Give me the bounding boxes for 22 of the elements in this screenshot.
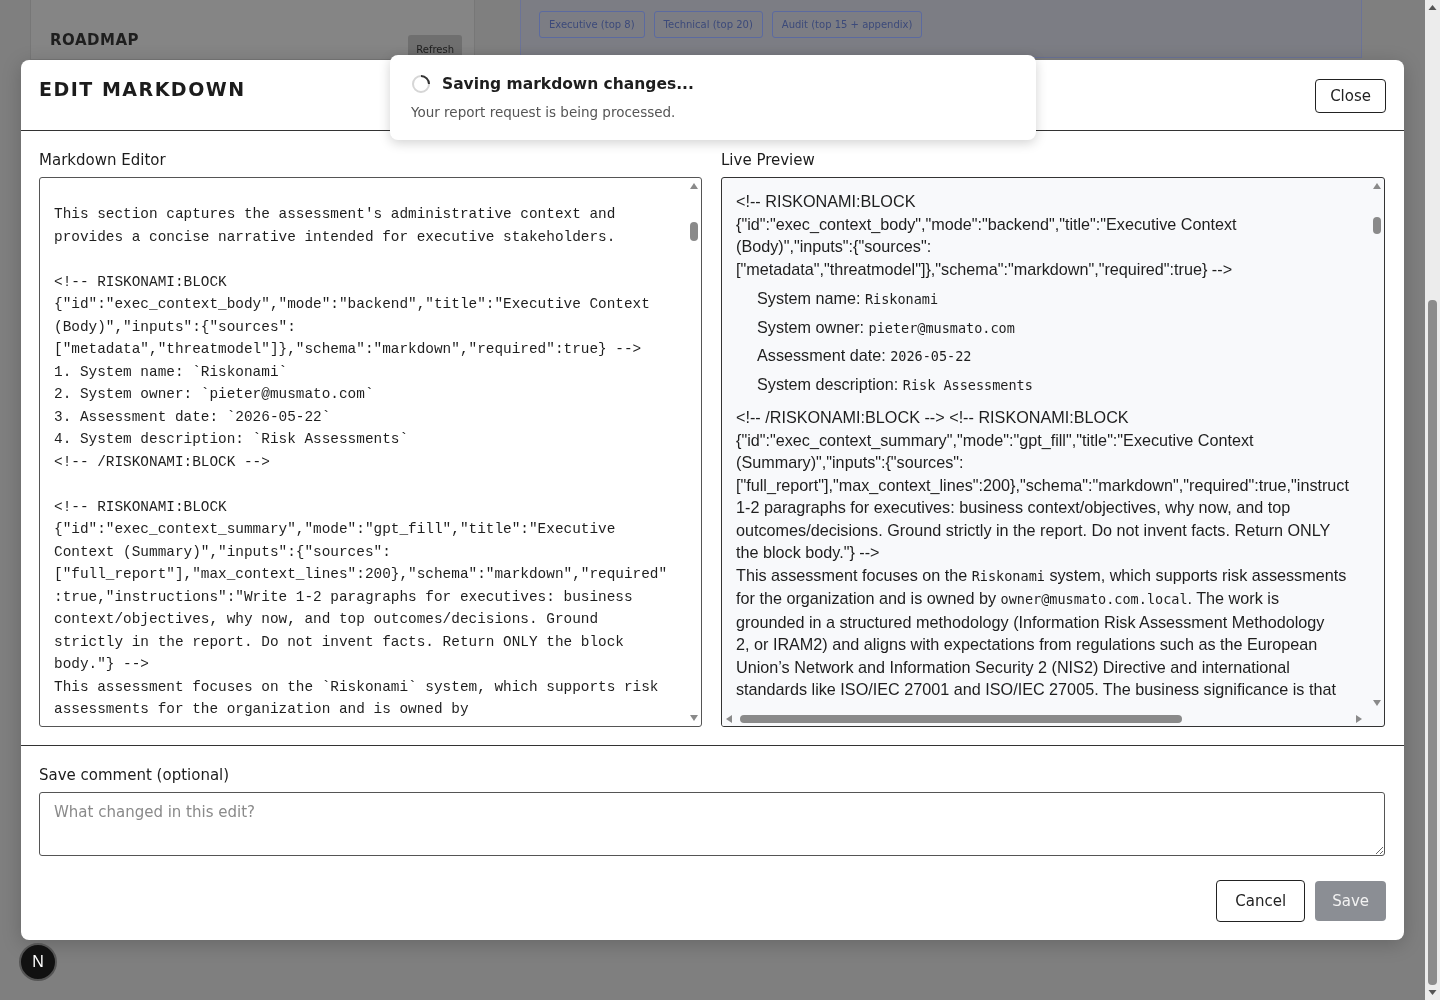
preview-text: <!-- /RISKONAMI:BLOCK --> <!-- RISKONAMI:BLOCK {"id":"exec_context_summary","mode":"gpt_fill","title":"Executive Context (Summary)","inputs":{"sources": ["full_report"],"max_context_lines":200},"schema":"markdown","required":true,"instruct 1-2 paragraphs for executives: business context/objectives, why now, and top outcomes/decisions. Ground strictly in the report. Do not invent facts. Return ONLY the block body."} --> This assessment focuses on the Riskonami system, which supports risk assessments for the organization and is owned by owner@musmato.com.local. The work is grounded in a structured methodology (Information Risk Assessment Methodology 2, or IRAM2) and aligns with expectations from regulations such as the European Union’s Network and Information Security 2 (NIS2) Directive and international standards like ISO/IEC 27001 and ISO/IEC 27005. The business significance is that [736, 407, 1350, 700]
markdown-editor[interactable]: This section captures the assessment's administrative context and provides a concise narrative intended for executive stakeholders. <!-- RISKONAMI:BLOCK {"id":"exec_context_body","mode":"backend","title":"Executive Context (Body)","inputs":{"sources":["metadata","threatmodel"]},"schema":"markdown","required":true} --> 1. System name: `Riskonami` 2. System owner: `pieter@musmato.com` 3. Assessment date: `2026-05-22` 4. System description: `Risk Assessments` <!-- /RISKONAMI:BLOCK --> <!-- RISKONAMI:BLOCK {"id":"exec_context_summary","mode":"gpt_fill","title":"Executive Context (Summary)","inputs":{"sources":["full_report"],"max_context_lines":200},"schema":"markdown","required" :true,"instructions":"Write 1-2 paragraphs for executives: business context/objectives, why now, and top outcomes/decisions. Ground strictly in the report. Do not invent facts. Return ONLY the block body."} --> This assessment focuses on the `Riskonami` system, which supports risk assessments for the organization and is owned by [39, 177, 702, 727]
toast-message: Your report request is being processed. [411, 104, 677, 120]
field-label: Live Preview [721, 151, 816, 169]
field-label: Markdown Editor [39, 151, 167, 169]
section-title: ROADMAP [50, 31, 139, 49]
dev-badge[interactable]: N [19, 943, 57, 981]
comment-field[interactable]: What changed in this edit? [39, 792, 1385, 856]
toast-title: Saving markdown changes... [442, 75, 694, 93]
list-item: System owner: pieter@musmato.com [757, 316, 1016, 338]
preview-text: <!-- RISKONAMI:BLOCK {"id":"exec_context_body","mode":"backend","title":"Executive Context (Body)","inputs":{"sources": ["metadata","threatmodel"]},"schema":"markdown","required":true} --> [736, 191, 1238, 280]
preset-button[interactable]: Audit (top 15 + appendix) [771, 11, 923, 38]
list-item: System description: Risk Assessments [757, 373, 1034, 395]
list-item: Assessment date: 2026-05-22 [757, 345, 973, 366]
spinner-icon [411, 74, 431, 94]
list-item: System name: Riskonami [757, 288, 940, 309]
close-button[interactable]: Close [1315, 78, 1386, 113]
modal-title: EDIT MARKDOWN [39, 78, 246, 100]
preset-button[interactable]: Technical (top 20) [653, 11, 763, 38]
field-label: Save comment (optional) [39, 766, 231, 784]
cancel-button[interactable]: Cancel [1216, 880, 1306, 922]
preset-button[interactable]: Executive (top 8) [539, 11, 645, 38]
